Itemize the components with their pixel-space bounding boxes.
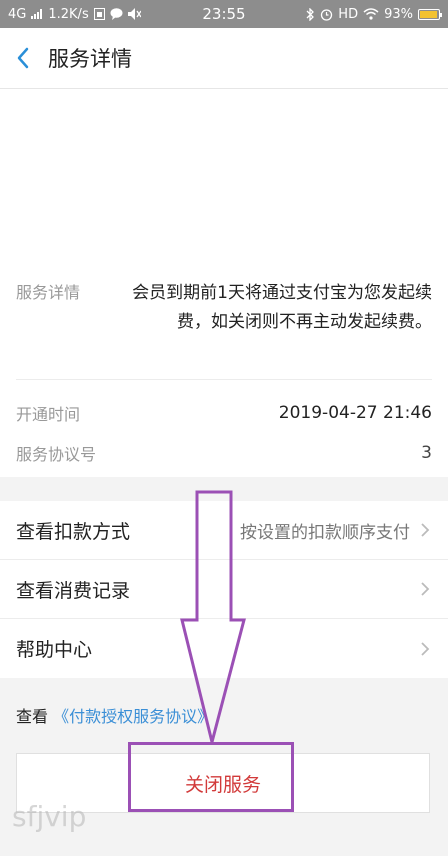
bluetooth-icon	[306, 7, 315, 21]
annotation-highlight-box	[128, 742, 294, 812]
open-time-label: 开通时间	[16, 405, 81, 424]
mute-icon	[127, 8, 141, 20]
open-time-value: 2019-04-27 21:46	[278, 403, 432, 423]
chat-icon	[110, 8, 123, 20]
chevron-right-icon	[420, 640, 432, 658]
divider	[16, 379, 432, 380]
agreement-no-row: 服务协议号 3	[0, 441, 448, 465]
battery-percent: 93%	[384, 6, 413, 22]
service-detail-text: 会员到期前1天将通过支付宝为您发起续费，如关闭则不再主动发起续费。	[132, 283, 432, 332]
menu-item-value: 按设置的扣款顺序支付	[240, 522, 410, 543]
service-detail-card: 服务详情 会员到期前1天将通过支付宝为您发起续费，如关闭则不再主动发起续费。 开…	[0, 89, 448, 477]
agreement-no-value: 3	[421, 443, 432, 463]
network-speed: 1.2K/s	[48, 6, 89, 22]
chevron-right-icon	[420, 580, 432, 598]
signal-icon	[31, 9, 43, 19]
agreement-link-prefix: 查看	[16, 707, 49, 726]
menu-item-label: 帮助中心	[16, 639, 93, 661]
agreement-link[interactable]: 《付款授权服务协议》	[53, 707, 213, 726]
watermark: sfjvip	[12, 800, 87, 833]
service-detail-label: 服务详情	[16, 283, 81, 302]
battery-icon	[418, 8, 442, 20]
network-type: 4G	[8, 6, 27, 22]
back-arrow-icon[interactable]	[4, 28, 42, 88]
menu-item-label: 查看消费记录	[16, 579, 131, 602]
open-time-row: 开通时间 2019-04-27 21:46	[0, 401, 448, 425]
wifi-icon	[363, 8, 379, 20]
hd-badge: HD	[338, 6, 359, 22]
page-title: 服务详情	[48, 47, 132, 71]
nav-header: 服务详情	[0, 28, 448, 89]
service-detail-row: 服务详情 会员到期前1天将通过支付宝为您发起续费，如关闭则不再主动发起续费。	[0, 279, 448, 337]
alarm-icon	[321, 8, 333, 21]
agreement-no-label: 服务协议号	[16, 445, 97, 464]
status-bar: 4G 1.2K/s 23:55 HD 93%	[0, 0, 448, 28]
chevron-right-icon	[420, 521, 432, 539]
menu-item-help-center[interactable]: 帮助中心	[0, 619, 448, 678]
sim-icon	[93, 8, 105, 20]
service-menu: 查看扣款方式 按设置的扣款顺序支付 查看消费记录 帮助中心	[0, 501, 448, 678]
menu-item-consumption-record[interactable]: 查看消费记录	[0, 560, 448, 619]
agreement-link-row: 查看 《付款授权服务协议》	[16, 703, 213, 727]
menu-item-payment-method[interactable]: 查看扣款方式 按设置的扣款顺序支付	[0, 501, 448, 560]
menu-item-label: 查看扣款方式	[16, 520, 131, 543]
